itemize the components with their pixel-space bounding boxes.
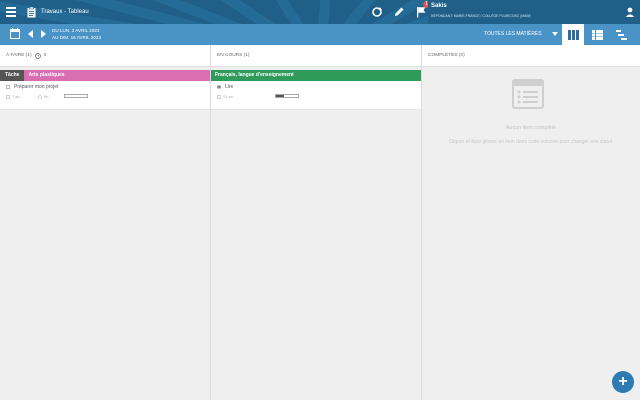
column-title: À FAIRE (1) (6, 53, 32, 58)
timeline-view-button[interactable] (610, 24, 632, 45)
calendar-icon (6, 94, 10, 99)
date-range-end[interactable]: AU DIM. 16 AVRIL 2023 (52, 35, 101, 40)
overdue-count: 0 (43, 53, 47, 58)
edit-button[interactable] (388, 0, 410, 24)
column-header-in-progress: EN COURS (1) (211, 45, 421, 67)
subject-label: Français, langue d'enseignement (211, 70, 421, 81)
column-todo: À FAIRE (1) 0 Tâche Arts plastiques Prép… (0, 45, 211, 400)
progress-bar (64, 94, 88, 98)
book-icon (217, 85, 221, 89)
empty-state-hint: Cliquer et faire glisser un item dans ce… (448, 139, 614, 145)
subject-label: Arts plastiques (24, 70, 210, 81)
pencil-icon (395, 7, 404, 16)
sync-icon (372, 7, 382, 17)
clock-icon (34, 52, 41, 59)
chevron-down-icon[interactable] (552, 32, 558, 36)
task-type-tag: Tâche (0, 70, 25, 81)
task-title: Lire (225, 84, 234, 90)
user-avatar[interactable] (623, 3, 637, 21)
column-title: EN COURS (1) (217, 53, 250, 58)
due-date: 7 av. (6, 94, 20, 99)
subject-filter[interactable]: TOUTES LES MATIÈRES (484, 31, 542, 37)
empty-state-title: Aucun item complété (505, 125, 557, 131)
previous-period-button[interactable] (28, 30, 33, 38)
task-card[interactable]: Tâche Arts plastiques Préparer mon proje… (0, 70, 210, 110)
date-toolbar: DU LUN. 3 AVRIL 2023 AU DIM. 16 AVRIL 20… (0, 24, 640, 45)
user-name: Sakis (431, 3, 447, 9)
task-card[interactable]: Français, langue d'enseignement Lire 21 … (211, 70, 421, 110)
effort-estimate: 4h (38, 94, 48, 99)
next-period-button[interactable] (41, 30, 46, 38)
column-title: COMPLÉTÉS (0) (428, 53, 465, 58)
progress-bar (275, 94, 299, 98)
column-header-done: COMPLÉTÉS (0) (422, 45, 640, 67)
column-header-todo: À FAIRE (1) 0 (0, 45, 210, 67)
sync-button[interactable] (366, 0, 388, 24)
list-view-button[interactable] (586, 24, 608, 45)
column-done: COMPLÉTÉS (0) Aucun item complété Clique… (422, 45, 640, 400)
calendar-icon (217, 94, 221, 99)
add-task-button[interactable]: + (612, 371, 634, 393)
calendar-icon[interactable] (10, 28, 20, 39)
clipboard-icon (26, 6, 36, 18)
column-in-progress: EN COURS (1) Français, langue d'enseigne… (211, 45, 422, 400)
date-range-start[interactable]: DU LUN. 3 AVRIL 2023 (52, 28, 100, 33)
columns-icon (567, 29, 579, 40)
task-icon (6, 85, 10, 89)
task-title: Préparer mon projet (14, 84, 59, 90)
progress-fill (276, 95, 284, 97)
timeline-icon (615, 29, 627, 40)
list-icon (591, 29, 603, 40)
user-panel[interactable]: Sakis RÉPONDANT: MARIE-FRANCE / COLLÈGE … (428, 0, 640, 24)
top-bar: Travaux - Tableau 1 Sakis RÉPONDANT: MAR… (0, 0, 640, 24)
user-role: RÉPONDANT: MARIE-FRANCE / COLLÈGE PLURIC… (431, 14, 531, 18)
menu-button[interactable] (0, 0, 22, 24)
empty-list-icon (512, 79, 544, 109)
timer-icon (38, 94, 42, 99)
user-icon (625, 7, 635, 17)
page-title: Travaux - Tableau (41, 9, 89, 15)
board-view-button[interactable] (562, 24, 584, 45)
due-date: 21 av. (217, 94, 234, 99)
